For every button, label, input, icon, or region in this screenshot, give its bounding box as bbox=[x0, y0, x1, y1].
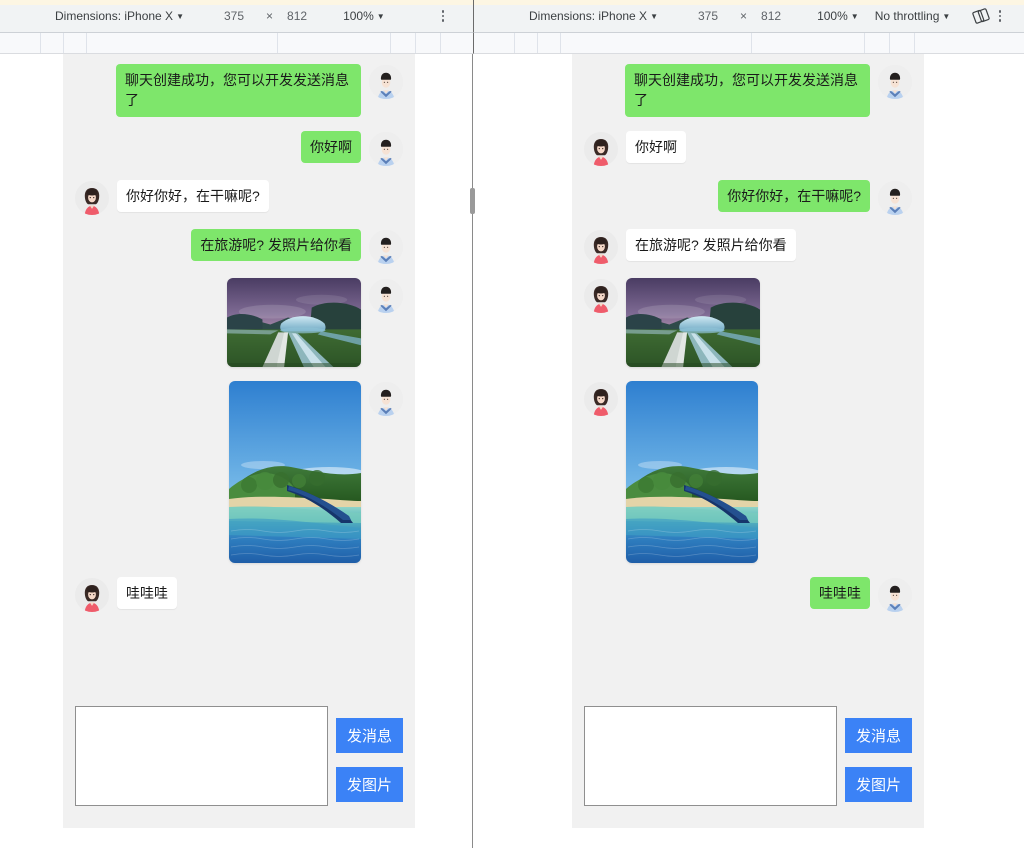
device-toolbar-left: Dimensions: iPhone X ▼ 375 × 812 100% ▼ bbox=[0, 0, 474, 33]
message-list-left[interactable]: 聊天创建成功，您可以开发发送消息了你好啊 你好你好，在干嘛呢? 在旅游呢? 发照片给… bbox=[63, 54, 415, 694]
message-image[interactable] bbox=[227, 277, 361, 367]
toolbar-top-accent bbox=[0, 0, 473, 5]
times-separator-right: × bbox=[740, 9, 748, 23]
ruler-right bbox=[474, 33, 1024, 54]
message-row: 哇哇哇 bbox=[75, 576, 403, 612]
chevron-down-icon: ▼ bbox=[850, 12, 859, 21]
chevron-down-icon: ▼ bbox=[650, 12, 658, 21]
width-input-right[interactable]: 375 bbox=[698, 9, 718, 23]
message-input-left[interactable] bbox=[75, 706, 328, 806]
message-input-right[interactable] bbox=[584, 706, 837, 806]
message-image[interactable] bbox=[626, 380, 758, 563]
message-row bbox=[75, 277, 403, 367]
dimensions-dropdown-left[interactable]: Dimensions: iPhone X ▼ bbox=[55, 9, 184, 23]
message-list-right[interactable]: 聊天创建成功，您可以开发发送消息了你好啊 你好你好，在干嘛呢? 在旅游呢? 发照片给… bbox=[572, 54, 924, 694]
device-viewport-right: 聊天创建成功，您可以开发发送消息了你好啊 你好你好，在干嘛呢? 在旅游呢? 发照片给… bbox=[474, 54, 1024, 848]
message-image[interactable] bbox=[626, 277, 760, 367]
composer-left: 发消息 发图片 bbox=[63, 694, 415, 828]
male-avatar[interactable] bbox=[369, 381, 403, 416]
send-message-button-left[interactable]: 发消息 bbox=[335, 718, 403, 753]
male-avatar[interactable] bbox=[369, 278, 403, 313]
device-viewport-left: 聊天创建成功，您可以开发发送消息了你好啊 你好你好，在干嘛呢? 在旅游呢? 发照片给… bbox=[0, 54, 473, 848]
kebab-menu-icon-left[interactable] bbox=[435, 7, 451, 25]
throttling-label: No throttling bbox=[874, 9, 940, 23]
device-rulers bbox=[0, 33, 1024, 54]
height-input-right[interactable]: 812 bbox=[761, 9, 781, 23]
devtools-toolbars: Dimensions: iPhone X ▼ 375 × 812 100% ▼ … bbox=[0, 0, 1024, 33]
zoom-value: 100% bbox=[817, 9, 848, 23]
dimensions-label: Dimensions: iPhone X bbox=[529, 9, 648, 23]
composer-buttons-right: 发消息 发图片 bbox=[844, 706, 912, 802]
male-avatar[interactable] bbox=[369, 229, 403, 264]
male-avatar[interactable] bbox=[878, 65, 912, 99]
message-row: 你好啊 bbox=[584, 130, 912, 166]
message-bubble: 在旅游呢? 发照片给你看 bbox=[191, 228, 361, 261]
message-bubble: 你好你好，在干嘛呢? bbox=[718, 179, 870, 212]
zoom-value: 100% bbox=[343, 9, 374, 23]
message-row bbox=[584, 380, 912, 563]
times-separator-left: × bbox=[266, 9, 274, 23]
message-bubble: 哇哇哇 bbox=[117, 576, 177, 609]
dimensions-label: Dimensions: iPhone X bbox=[55, 9, 174, 23]
height-input-left[interactable]: 812 bbox=[287, 9, 307, 23]
message-row: 你好啊 bbox=[75, 130, 403, 166]
message-bubble: 聊天创建成功，您可以开发发送消息了 bbox=[116, 64, 361, 117]
panel-splitter-handle[interactable] bbox=[470, 188, 475, 214]
dimensions-dropdown-right[interactable]: Dimensions: iPhone X ▼ bbox=[529, 9, 658, 23]
chevron-down-icon: ▼ bbox=[376, 12, 385, 21]
message-row: 在旅游呢? 发照片给你看 bbox=[584, 228, 912, 264]
composer-buttons-left: 发消息 发图片 bbox=[335, 706, 403, 802]
male-avatar[interactable] bbox=[878, 180, 912, 215]
message-row: 聊天创建成功，您可以开发发送消息了 bbox=[584, 64, 912, 117]
male-avatar[interactable] bbox=[878, 577, 912, 612]
message-bubble: 你好啊 bbox=[301, 130, 361, 163]
kebab-menu-icon-right[interactable] bbox=[992, 7, 1008, 25]
message-row: 在旅游呢? 发照片给你看 bbox=[75, 228, 403, 264]
zoom-dropdown-right[interactable]: 100% ▼ bbox=[817, 9, 859, 23]
female-avatar[interactable] bbox=[584, 278, 618, 313]
male-avatar[interactable] bbox=[369, 131, 403, 166]
throttling-dropdown[interactable]: No throttling ▼ bbox=[875, 9, 951, 23]
message-row bbox=[75, 380, 403, 563]
message-bubble: 你好啊 bbox=[626, 130, 686, 163]
phone-frame-right: 聊天创建成功，您可以开发发送消息了你好啊 你好你好，在干嘛呢? 在旅游呢? 发照片给… bbox=[572, 54, 924, 828]
message-row bbox=[584, 277, 912, 367]
female-avatar[interactable] bbox=[75, 577, 109, 612]
ruler-left bbox=[0, 33, 474, 54]
device-toolbar-right: Dimensions: iPhone X ▼ 375 × 812 100% ▼ … bbox=[474, 0, 1024, 33]
message-bubble: 你好你好，在干嘛呢? bbox=[117, 179, 269, 212]
rotate-device-icon[interactable] bbox=[972, 7, 991, 25]
message-row: 哇哇哇 bbox=[584, 576, 912, 612]
message-image[interactable] bbox=[229, 380, 361, 563]
toolbar-top-accent bbox=[474, 0, 1024, 5]
composer-right: 发消息 发图片 bbox=[572, 694, 924, 828]
female-avatar[interactable] bbox=[75, 180, 109, 215]
message-bubble: 哇哇哇 bbox=[810, 576, 870, 609]
message-row: 你好你好，在干嘛呢? bbox=[584, 179, 912, 215]
chat-app-right: 聊天创建成功，您可以开发发送消息了你好啊 你好你好，在干嘛呢? 在旅游呢? 发照片给… bbox=[572, 54, 924, 828]
chat-app-left: 聊天创建成功，您可以开发发送消息了你好啊 你好你好，在干嘛呢? 在旅游呢? 发照片给… bbox=[63, 54, 415, 828]
message-row: 你好你好，在干嘛呢? bbox=[75, 179, 403, 215]
zoom-dropdown-left[interactable]: 100% ▼ bbox=[343, 9, 385, 23]
phone-frame-left: 聊天创建成功，您可以开发发送消息了你好啊 你好你好，在干嘛呢? 在旅游呢? 发照片给… bbox=[63, 54, 415, 828]
female-avatar[interactable] bbox=[584, 229, 618, 264]
female-avatar[interactable] bbox=[584, 381, 618, 416]
chevron-down-icon: ▼ bbox=[942, 12, 951, 21]
send-image-button-left[interactable]: 发图片 bbox=[335, 767, 403, 802]
message-bubble: 聊天创建成功，您可以开发发送消息了 bbox=[625, 64, 870, 117]
male-avatar[interactable] bbox=[369, 65, 403, 99]
send-image-button-right[interactable]: 发图片 bbox=[844, 767, 912, 802]
message-bubble: 在旅游呢? 发照片给你看 bbox=[626, 228, 796, 261]
message-row: 聊天创建成功，您可以开发发送消息了 bbox=[75, 64, 403, 117]
send-message-button-right[interactable]: 发消息 bbox=[844, 718, 912, 753]
female-avatar[interactable] bbox=[584, 131, 618, 166]
chevron-down-icon: ▼ bbox=[176, 12, 184, 21]
width-input-left[interactable]: 375 bbox=[224, 9, 244, 23]
